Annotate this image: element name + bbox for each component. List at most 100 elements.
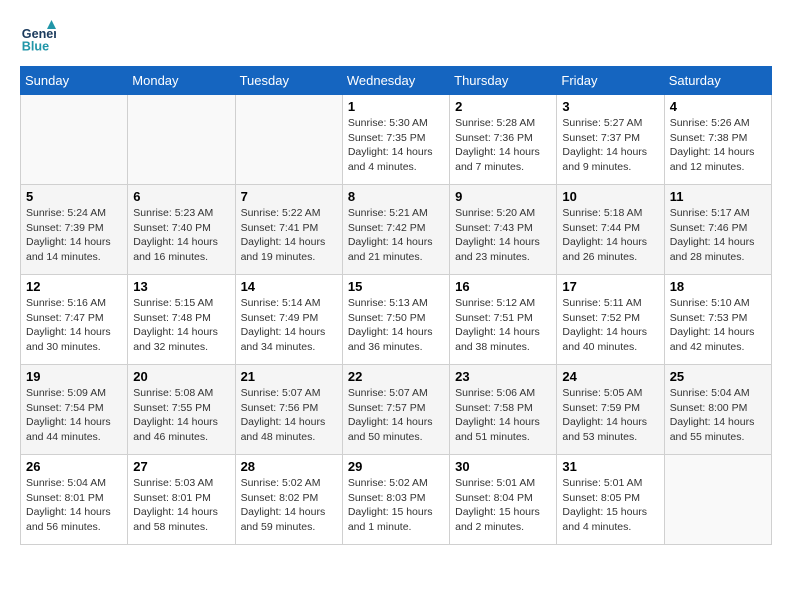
day-number: 1 (348, 99, 444, 114)
day-info: Sunrise: 5:03 AM Sunset: 8:01 PM Dayligh… (133, 476, 229, 535)
calendar-table: SundayMondayTuesdayWednesdayThursdayFrid… (20, 66, 772, 545)
calendar-cell: 17 Sunrise: 5:11 AM Sunset: 7:52 PM Dayli… (557, 275, 664, 365)
calendar-cell: 19Sunrise: 5:09 AM Sunset: 7:54 PM Dayli… (21, 365, 128, 455)
day-info: Sunrise: 5:07 AM Sunset: 7:57 PM Dayligh… (348, 386, 444, 445)
day-number: 16 (455, 279, 551, 294)
day-number: 8 (348, 189, 444, 204)
day-info: Sunrise: 5:01 AM Sunset: 8:05 PM Dayligh… (562, 476, 658, 535)
calendar-cell: 20 Sunrise: 5:08 AM Sunset: 7:55 PM Dayli… (128, 365, 235, 455)
weekday-header-thursday: Thursday (450, 67, 557, 95)
calendar-cell (128, 95, 235, 185)
day-number: 11 (670, 189, 766, 204)
calendar-cell: 30Sunrise: 5:01 AM Sunset: 8:04 PM Dayli… (450, 455, 557, 545)
day-number: 31 (562, 459, 658, 474)
day-info: Sunrise: 5:21 AM Sunset: 7:42 PM Dayligh… (348, 206, 444, 265)
calendar-cell: 18Sunrise: 5:10 AM Sunset: 7:53 PM Dayli… (664, 275, 771, 365)
calendar-cell: 25 Sunrise: 5:04 AM Sunset: 8:00 PM Dayli… (664, 365, 771, 455)
weekday-row: SundayMondayTuesdayWednesdayThursdayFrid… (21, 67, 772, 95)
day-number: 27 (133, 459, 229, 474)
day-number: 25 (670, 369, 766, 384)
calendar-cell: 29Sunrise: 5:02 AM Sunset: 8:03 PM Dayli… (342, 455, 449, 545)
calendar-cell: 21 Sunrise: 5:07 AM Sunset: 7:56 PM Dayli… (235, 365, 342, 455)
calendar-cell: 8 Sunrise: 5:21 AM Sunset: 7:42 PM Daylig… (342, 185, 449, 275)
day-info: Sunrise: 5:18 AM Sunset: 7:44 PM Dayligh… (562, 206, 658, 265)
day-info: Sunrise: 5:17 AM Sunset: 7:46 PM Dayligh… (670, 206, 766, 265)
weekday-header-sunday: Sunday (21, 67, 128, 95)
day-number: 21 (241, 369, 337, 384)
day-number: 20 (133, 369, 229, 384)
calendar-cell: 23 Sunrise: 5:06 AM Sunset: 7:58 PM Dayli… (450, 365, 557, 455)
calendar-cell (235, 95, 342, 185)
day-number: 26 (26, 459, 122, 474)
day-info: Sunrise: 5:12 AM Sunset: 7:51 PM Dayligh… (455, 296, 551, 355)
calendar-cell (21, 95, 128, 185)
day-number: 12 (26, 279, 122, 294)
day-number: 9 (455, 189, 551, 204)
calendar-cell: 10 Sunrise: 5:18 AM Sunset: 7:44 PM Dayli… (557, 185, 664, 275)
weekday-header-friday: Friday (557, 67, 664, 95)
day-number: 22 (348, 369, 444, 384)
calendar-cell: 4 Sunrise: 5:26 AM Sunset: 7:38 PM Daylig… (664, 95, 771, 185)
calendar-cell: 1 Sunrise: 5:30 AM Sunset: 7:35 PM Daylig… (342, 95, 449, 185)
calendar-week-1: 1 Sunrise: 5:30 AM Sunset: 7:35 PM Daylig… (21, 95, 772, 185)
day-number: 14 (241, 279, 337, 294)
calendar-cell: 24 Sunrise: 5:05 AM Sunset: 7:59 PM Dayli… (557, 365, 664, 455)
calendar-cell: 3 Sunrise: 5:27 AM Sunset: 7:37 PM Daylig… (557, 95, 664, 185)
day-number: 30 (455, 459, 551, 474)
calendar-cell: 2Sunrise: 5:28 AM Sunset: 7:36 PM Daylig… (450, 95, 557, 185)
calendar-cell: 28 Sunrise: 5:02 AM Sunset: 8:02 PM Dayli… (235, 455, 342, 545)
day-number: 23 (455, 369, 551, 384)
logo-icon: General Blue (20, 20, 56, 56)
calendar-week-2: 5Sunrise: 5:24 AM Sunset: 7:39 PM Daylig… (21, 185, 772, 275)
day-info: Sunrise: 5:05 AM Sunset: 7:59 PM Dayligh… (562, 386, 658, 445)
day-number: 4 (670, 99, 766, 114)
calendar-cell: 15 Sunrise: 5:13 AM Sunset: 7:50 PM Dayli… (342, 275, 449, 365)
day-number: 24 (562, 369, 658, 384)
day-number: 15 (348, 279, 444, 294)
calendar-cell: 7 Sunrise: 5:22 AM Sunset: 7:41 PM Daylig… (235, 185, 342, 275)
day-info: Sunrise: 5:04 AM Sunset: 8:00 PM Dayligh… (670, 386, 766, 445)
day-info: Sunrise: 5:06 AM Sunset: 7:58 PM Dayligh… (455, 386, 551, 445)
day-info: Sunrise: 5:28 AM Sunset: 7:36 PM Dayligh… (455, 116, 551, 175)
day-info: Sunrise: 5:14 AM Sunset: 7:49 PM Dayligh… (241, 296, 337, 355)
day-number: 7 (241, 189, 337, 204)
day-info: Sunrise: 5:16 AM Sunset: 7:47 PM Dayligh… (26, 296, 122, 355)
day-number: 17 (562, 279, 658, 294)
day-info: Sunrise: 5:11 AM Sunset: 7:52 PM Dayligh… (562, 296, 658, 355)
calendar-cell: 14 Sunrise: 5:14 AM Sunset: 7:49 PM Dayli… (235, 275, 342, 365)
day-info: Sunrise: 5:13 AM Sunset: 7:50 PM Dayligh… (348, 296, 444, 355)
calendar-week-4: 19Sunrise: 5:09 AM Sunset: 7:54 PM Dayli… (21, 365, 772, 455)
weekday-header-monday: Monday (128, 67, 235, 95)
day-info: Sunrise: 5:30 AM Sunset: 7:35 PM Dayligh… (348, 116, 444, 175)
day-info: Sunrise: 5:08 AM Sunset: 7:55 PM Dayligh… (133, 386, 229, 445)
calendar-cell: 11 Sunrise: 5:17 AM Sunset: 7:46 PM Dayli… (664, 185, 771, 275)
day-number: 10 (562, 189, 658, 204)
day-number: 3 (562, 99, 658, 114)
calendar-cell: 12 Sunrise: 5:16 AM Sunset: 7:47 PM Dayli… (21, 275, 128, 365)
day-info: Sunrise: 5:04 AM Sunset: 8:01 PM Dayligh… (26, 476, 122, 535)
calendar-cell: 9Sunrise: 5:20 AM Sunset: 7:43 PM Daylig… (450, 185, 557, 275)
calendar-cell: 27 Sunrise: 5:03 AM Sunset: 8:01 PM Dayli… (128, 455, 235, 545)
calendar-week-3: 12 Sunrise: 5:16 AM Sunset: 7:47 PM Dayli… (21, 275, 772, 365)
calendar-cell: 6Sunrise: 5:23 AM Sunset: 7:40 PM Daylig… (128, 185, 235, 275)
day-info: Sunrise: 5:02 AM Sunset: 8:02 PM Dayligh… (241, 476, 337, 535)
day-number: 28 (241, 459, 337, 474)
calendar-week-5: 26 Sunrise: 5:04 AM Sunset: 8:01 PM Dayli… (21, 455, 772, 545)
day-number: 5 (26, 189, 122, 204)
day-info: Sunrise: 5:26 AM Sunset: 7:38 PM Dayligh… (670, 116, 766, 175)
day-info: Sunrise: 5:09 AM Sunset: 7:54 PM Dayligh… (26, 386, 122, 445)
weekday-header-tuesday: Tuesday (235, 67, 342, 95)
day-number: 18 (670, 279, 766, 294)
calendar-header: SundayMondayTuesdayWednesdayThursdayFrid… (21, 67, 772, 95)
page-header: General Blue (20, 20, 772, 56)
calendar-cell: 31 Sunrise: 5:01 AM Sunset: 8:05 PM Dayli… (557, 455, 664, 545)
day-info: Sunrise: 5:27 AM Sunset: 7:37 PM Dayligh… (562, 116, 658, 175)
day-info: Sunrise: 5:15 AM Sunset: 7:48 PM Dayligh… (133, 296, 229, 355)
calendar-cell: 26 Sunrise: 5:04 AM Sunset: 8:01 PM Dayli… (21, 455, 128, 545)
weekday-header-saturday: Saturday (664, 67, 771, 95)
day-info: Sunrise: 5:22 AM Sunset: 7:41 PM Dayligh… (241, 206, 337, 265)
calendar-cell (664, 455, 771, 545)
day-number: 6 (133, 189, 229, 204)
logo: General Blue (20, 20, 60, 56)
day-info: Sunrise: 5:07 AM Sunset: 7:56 PM Dayligh… (241, 386, 337, 445)
